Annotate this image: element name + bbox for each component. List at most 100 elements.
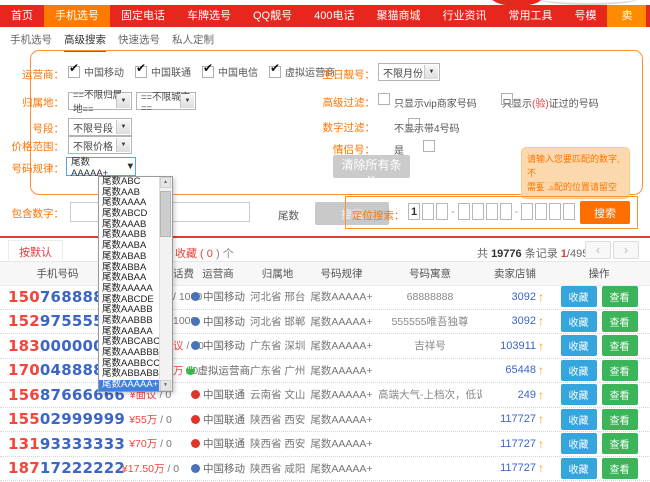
view-button[interactable]: 查看 [602,335,638,356]
favorite-button[interactable]: 收藏 [561,458,597,479]
shop-cell: 117727↑ [482,412,548,426]
carrier-icon [191,415,200,424]
city-select[interactable]: ==不限城市== ▼ [136,92,196,110]
position-digit-box[interactable]: 1 [408,203,420,220]
nav-item-3[interactable]: 车牌选号 [176,5,242,27]
shop-link[interactable]: 65448 [505,364,536,376]
view-button[interactable]: 查看 [602,458,638,479]
favorites-counter[interactable]: 收藏 ( 0 ) 个 [175,245,234,261]
seller-center-link[interactable]: 卖家服务中心 [607,5,646,27]
phone-number[interactable]: 13193333333 [0,435,115,453]
birthday-select[interactable]: 不限月份 ▼ [378,63,440,81]
nav-item-6[interactable]: 聚猫商城 [365,5,431,27]
favorite-button[interactable]: 收藏 [561,409,597,430]
tooltip-tail [541,183,553,192]
carrier-cell: 中国联通 [186,436,250,451]
province-select[interactable]: ==不限归属地== ▼ [68,92,132,110]
table-row: 13193333333¥70万 / 0中国联通陕西省 西安尾数AAAAA+117… [0,432,650,457]
position-digit-box[interactable] [563,203,575,220]
nav-item-8[interactable]: 常用工具 [497,5,563,27]
position-digit-box[interactable] [549,203,561,220]
chevron-down-icon[interactable]: ▼ [180,94,194,108]
dropdown-scrollbar[interactable]: ▲ ▼ [159,177,172,391]
shop-link[interactable]: 117727 [500,462,536,474]
nav-item-0[interactable]: 首页 [0,5,44,27]
operator-option[interactable]: ✔中国联通 [135,64,191,79]
phone-prefix: 183 [8,337,40,355]
next-page-button[interactable]: › [613,241,639,259]
price-amount: 议 [173,340,184,352]
scroll-down-icon[interactable]: ▼ [160,380,171,391]
phone-number[interactable]: 15502999999 [0,410,115,428]
view-button[interactable]: 查看 [602,360,638,381]
segment-select[interactable]: 不限号段 ▼ [68,118,132,136]
subnav-item-3[interactable]: 私人定制 [172,32,214,52]
rule-cell: 尾数AAAAA+ [305,314,378,329]
clear-all-button[interactable]: 清除所有条件 [333,155,410,178]
nav-item-9[interactable]: 号模 [563,5,607,27]
nav-item-2[interactable]: 固定电话 [110,5,176,27]
chevron-down-icon[interactable]: ▼ [116,94,130,108]
view-button[interactable]: 查看 [602,409,638,430]
view-button[interactable]: 查看 [602,286,638,307]
nav-item-5[interactable]: 400电话 [303,5,365,27]
position-digit-box[interactable] [422,203,434,220]
checkbox-checked[interactable]: ✔ [202,66,214,78]
shop-cell: 117727↑ [482,461,548,475]
favorite-button[interactable]: 收藏 [561,433,597,454]
chevron-down-icon[interactable]: ▼ [116,138,130,152]
birthday-select-value: 不限月份 [383,65,423,80]
advanced-filter-label: 高级过滤： [318,95,375,110]
pattern-select[interactable]: 尾数AAAAA+ ▼ [66,157,136,176]
vip-only-label: 只显示vip商家号码 [394,95,477,110]
position-search-button[interactable]: 搜索 [580,201,630,224]
position-digit-box[interactable] [486,203,498,220]
scroll-up-icon[interactable]: ▲ [160,177,171,188]
chevron-down-icon[interactable]: ▼ [116,120,130,134]
favorite-button[interactable]: 收藏 [561,335,597,356]
chevron-down-icon[interactable]: ▼ [424,65,438,79]
checkbox-checked[interactable]: ✔ [135,66,147,78]
favorite-button[interactable]: 收藏 [561,384,597,405]
position-digit-box[interactable] [436,203,448,220]
position-digit-box[interactable] [472,203,484,220]
vip-only-checkbox[interactable] [378,93,390,105]
couple-checkbox[interactable] [423,140,435,152]
prev-page-button[interactable]: ‹ [585,241,611,259]
nav-item-4[interactable]: QQ靓号 [242,5,303,27]
price-deposit: / 0 [157,438,172,450]
favorite-button[interactable]: 收藏 [561,311,597,332]
operator-option[interactable]: ✔中国电信 [202,64,258,79]
favorite-button[interactable]: 收藏 [561,286,597,307]
shop-link[interactable]: 249 [518,389,536,401]
checkbox-checked[interactable]: ✔ [269,66,281,78]
operator-option[interactable]: ✔中国移动 [68,64,124,79]
subnav-item-2[interactable]: 快速选号 [118,32,160,52]
scrollbar-thumb[interactable] [160,191,171,237]
nav-item-7[interactable]: 行业资讯 [431,5,497,27]
position-digit-box[interactable] [458,203,470,220]
region-cell: 陕西省 西安 [250,412,305,427]
subnav-item-1[interactable]: 高级搜索 [64,32,106,52]
favorite-button[interactable]: 收藏 [561,360,597,381]
shop-link[interactable]: 103911 [500,340,536,352]
position-digit-box[interactable] [521,203,533,220]
view-button[interactable]: 查看 [602,311,638,332]
subnav-item-0[interactable]: 手机选号 [10,32,52,52]
checkbox-checked[interactable]: ✔ [68,66,80,78]
position-digit-box[interactable] [535,203,547,220]
shop-link[interactable]: 3092 [512,315,536,327]
price-range-select[interactable]: 不限价格 ▼ [68,136,132,154]
shop-link[interactable]: 3092 [512,291,536,303]
view-button[interactable]: 查看 [602,433,638,454]
location-label: 归属地： [0,95,64,110]
shop-link[interactable]: 117727 [500,413,536,425]
chevron-down-icon[interactable]: ▼ [126,161,135,172]
actions-cell: 收藏查看 [548,335,650,356]
position-digit-box[interactable] [500,203,512,220]
view-button[interactable]: 查看 [602,384,638,405]
shop-link[interactable]: 117727 [500,438,536,450]
phone-number[interactable]: 18717222222 [0,459,115,477]
carrier-icon [191,292,200,301]
nav-item-1[interactable]: 手机选号 [44,5,110,27]
